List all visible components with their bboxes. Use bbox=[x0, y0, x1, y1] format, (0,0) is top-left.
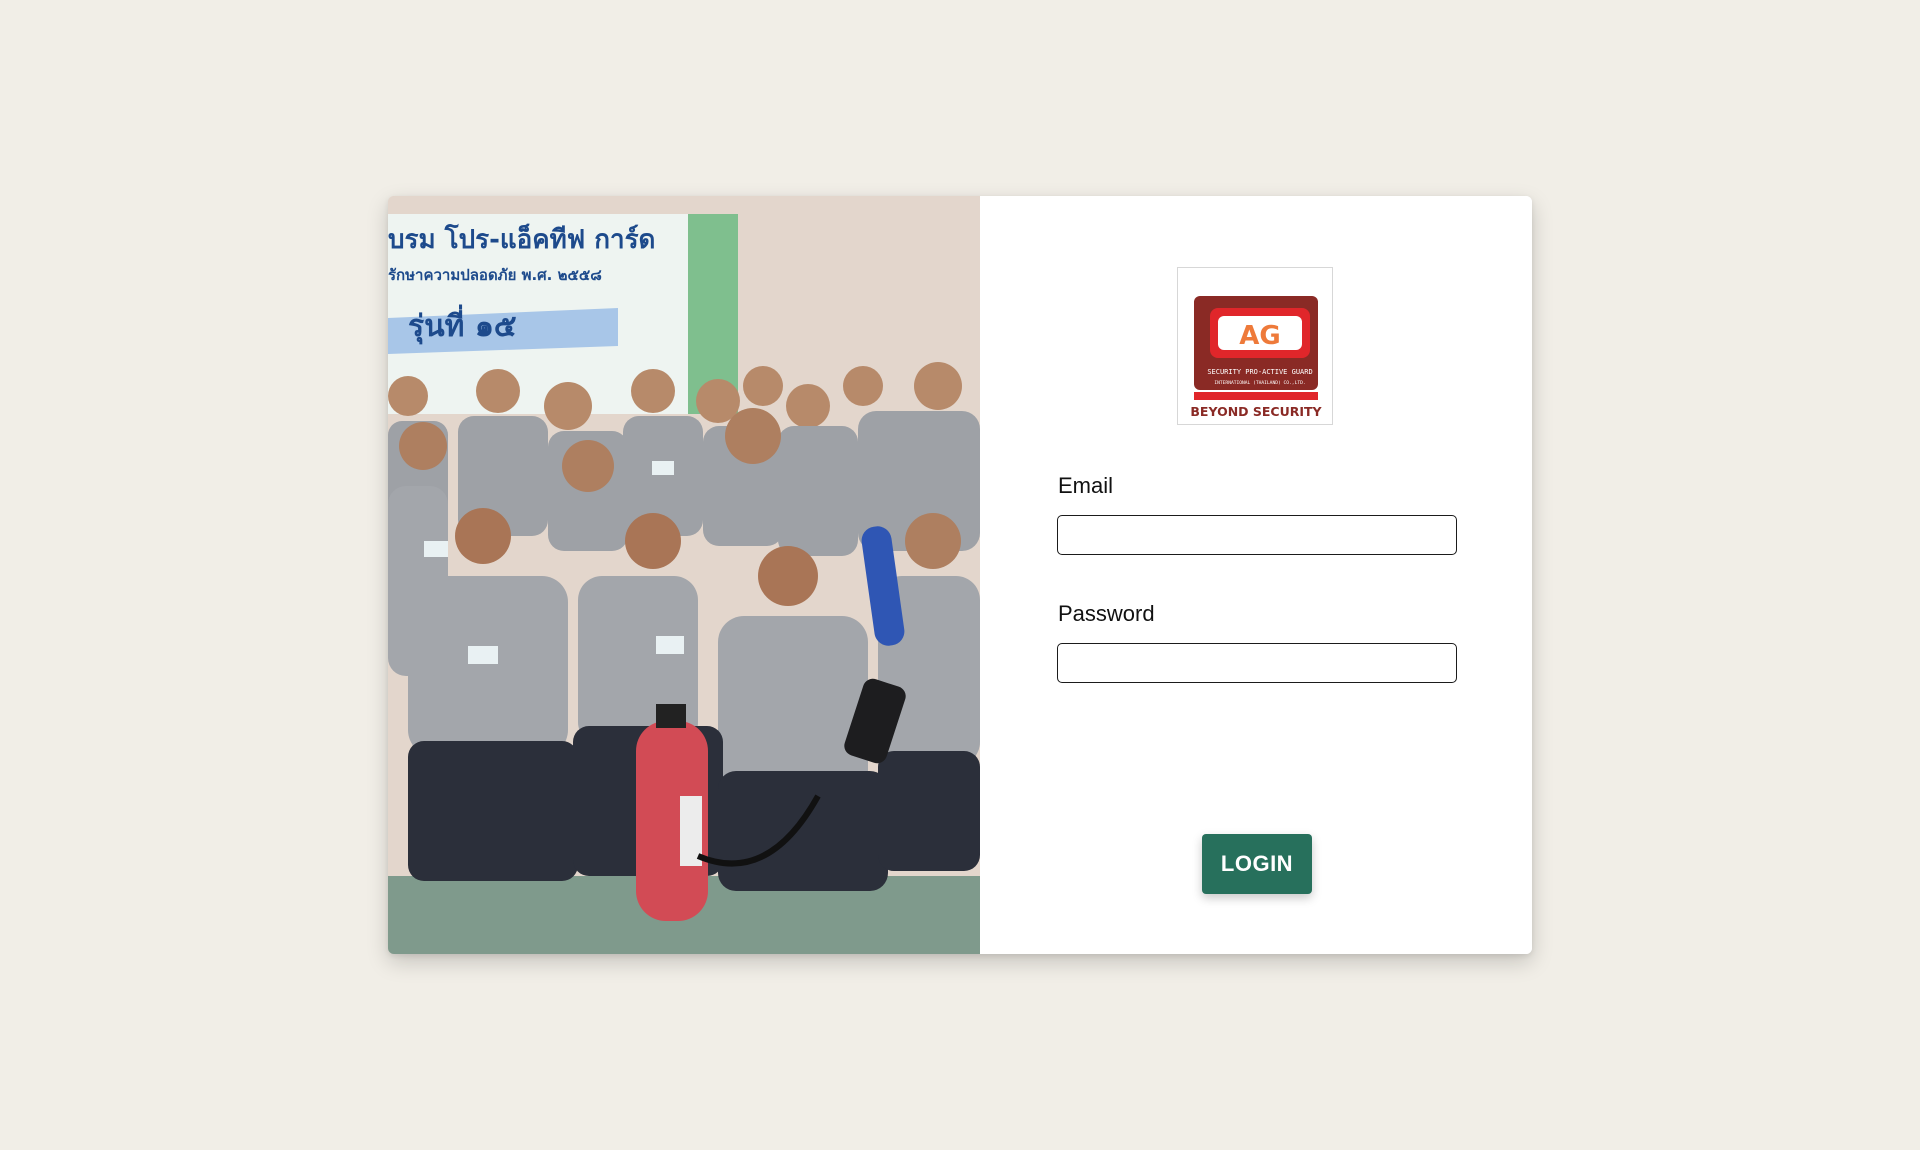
banner-subtitle: รักษาความปลอดภัย พ.ศ. ๒๕๕๘ bbox=[388, 266, 602, 284]
login-card: บรม โปร-แอ็คทีฟ การ์ด รักษาความปลอดภัย พ… bbox=[388, 196, 1532, 954]
group-photo: บรม โปร-แอ็คทีฟ การ์ด รักษาความปลอดภัย พ… bbox=[388, 196, 980, 954]
login-button[interactable]: LOGIN bbox=[1202, 834, 1312, 894]
banner-generation: รุ่นที่ ๑๕ bbox=[408, 304, 517, 345]
logo-company-line1: SECURITY PRO-ACTIVE GUARD bbox=[1207, 368, 1312, 376]
banner-title: บรม โปร-แอ็คทีฟ การ์ด bbox=[388, 223, 655, 255]
logo-letters: AG bbox=[1239, 321, 1280, 351]
email-label: Email bbox=[1058, 473, 1114, 498]
login-form: AG SECURITY PRO-ACTIVE GUARD INTERNATION… bbox=[980, 196, 1532, 954]
logo-company-line2: INTERNATIONAL (THAILAND) CO.,LTD. bbox=[1214, 380, 1305, 386]
email-input[interactable] bbox=[1057, 515, 1457, 555]
password-label: Password bbox=[1058, 601, 1155, 626]
company-logo: AG SECURITY PRO-ACTIVE GUARD INTERNATION… bbox=[1177, 267, 1333, 425]
company-logo-graphic: AG SECURITY PRO-ACTIVE GUARD INTERNATION… bbox=[1190, 296, 1323, 419]
group-photo-illustration: บรม โปร-แอ็คทีฟ การ์ด รักษาความปลอดภัย พ… bbox=[388, 196, 980, 954]
logo-tagline: BEYOND SECURITY bbox=[1190, 404, 1322, 419]
password-input[interactable] bbox=[1057, 643, 1457, 683]
